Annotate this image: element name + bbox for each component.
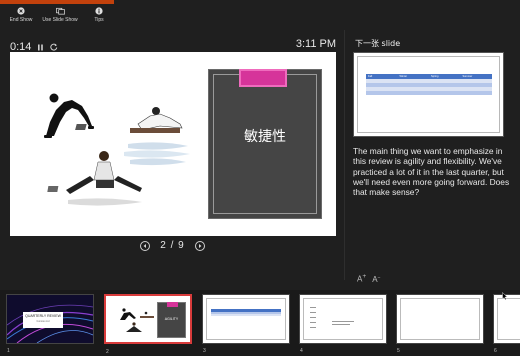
table-header-cell: Fall	[368, 75, 373, 78]
thumbnail-number: 3	[203, 348, 206, 354]
next-slide-label: 下一张 slide	[355, 39, 401, 48]
presenter-side-pane: 下一张 slide Fall Winter Spring Summer The …	[346, 30, 520, 284]
presenter-toolbar: End Show Use Slide Show Tips	[0, 6, 114, 28]
decrease-font-button[interactable]: A−	[372, 275, 380, 284]
next-slide-button[interactable]	[194, 240, 205, 251]
increase-font-button[interactable]: A+	[357, 273, 366, 284]
end-show-label: End Show	[9, 17, 33, 23]
thumbnail-title-box: QUARTERLY REVIEW Contoso Ltd	[23, 312, 63, 328]
thumbnail-frame	[497, 298, 520, 340]
progress-fill	[0, 0, 115, 4]
card-tab	[239, 69, 287, 87]
thumbnail-subtitle: Contoso Ltd	[36, 320, 50, 323]
slide-thumbnail[interactable]: 4	[299, 294, 387, 354]
thumbnail-card-tab	[167, 302, 178, 307]
info-icon	[95, 6, 104, 15]
progress-bar	[0, 0, 520, 4]
clock: 3:11 PM	[295, 38, 336, 50]
thumbnail-number: 4	[300, 348, 303, 354]
thumbnail-number: 1	[7, 348, 10, 354]
slide-thumbnail[interactable]: 5	[396, 294, 484, 354]
next-slide-preview[interactable]: Fall Winter Spring Summer	[353, 52, 504, 137]
slideshow-icon	[55, 6, 65, 15]
current-slide-pane: 0:14 3:11 PM 敏捷性 2 / 9	[0, 30, 345, 280]
slide-counter: 2 / 9	[160, 240, 185, 251]
slide-thumbnail[interactable]: QUARTERLY REVIEW Contoso Ltd 1	[6, 294, 94, 354]
slide-filmstrip: QUARTERLY REVIEW Contoso Ltd 1 AGILITY 2…	[0, 290, 520, 356]
table-header-cell: Summer	[462, 75, 473, 78]
thumbnail-title: QUARTERLY REVIEW	[25, 314, 61, 318]
thumbnail-number: 6	[494, 348, 497, 354]
tips-button[interactable]: Tips	[84, 6, 114, 28]
agility-photo-collage	[44, 93, 190, 206]
next-slide-table: Fall Winter Spring Summer	[366, 74, 492, 95]
slide-heading: 敏捷性	[244, 129, 286, 145]
thumbnail-bullets	[310, 307, 354, 328]
tips-label: Tips	[94, 17, 104, 23]
table-header-cell: Winter	[399, 75, 408, 78]
end-show-button[interactable]: End Show	[6, 6, 36, 28]
use-slide-show-label: Use Slide Show	[42, 17, 78, 23]
chevron-left-icon	[143, 243, 147, 248]
thumbnail-title: AGILITY	[164, 317, 179, 321]
use-slide-show-button[interactable]: Use Slide Show	[42, 6, 78, 28]
table-header-row: Fall Winter Spring Summer	[366, 74, 492, 79]
slide-navigation: 2 / 9	[0, 240, 345, 251]
table-row	[366, 91, 492, 95]
chevron-right-icon	[198, 243, 202, 248]
close-circle-icon	[17, 6, 26, 15]
notes-font-controls: A+ A−	[357, 273, 381, 284]
current-slide: 敏捷性	[10, 52, 336, 236]
thumbnail-number: 2	[106, 349, 109, 355]
thumbnail-frame	[400, 298, 480, 340]
mouse-pointer-icon	[502, 292, 508, 300]
thumbnail-number: 5	[397, 348, 400, 354]
slide-thumbnail-selected[interactable]: AGILITY 2	[104, 294, 192, 355]
thumbnail-card: AGILITY	[157, 302, 186, 338]
speaker-notes[interactable]: The main thing we want to emphasize in t…	[353, 146, 513, 197]
thumbnail-table-row	[211, 314, 281, 316]
previous-slide-button[interactable]	[140, 240, 151, 251]
thumbnail-frame	[206, 298, 286, 340]
slide-thumbnail[interactable]: 6	[493, 294, 520, 354]
slide-thumbnail[interactable]: 3	[202, 294, 290, 354]
table-header-cell: Spring	[431, 75, 439, 78]
agility-card: 敏捷性	[208, 69, 322, 219]
